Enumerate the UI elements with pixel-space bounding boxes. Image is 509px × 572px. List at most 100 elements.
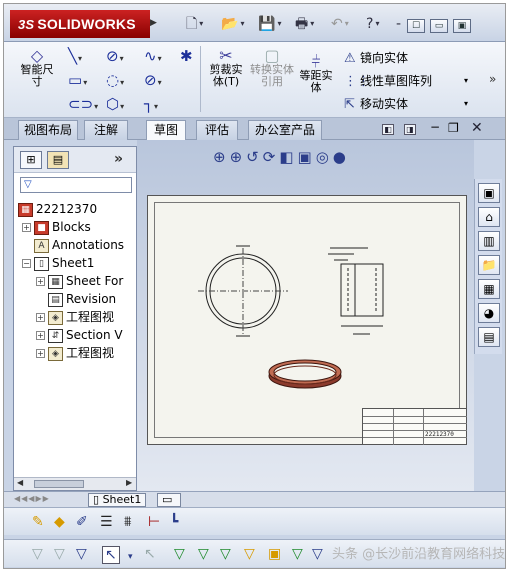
view-palette-icon[interactable]: ▦ (478, 279, 500, 299)
filter-all-icon[interactable]: ▽ (76, 546, 87, 562)
circle-icon[interactable]: ⊘▾ (106, 48, 124, 67)
layer-icon[interactable]: ◆ (54, 514, 65, 530)
fillet-icon[interactable]: ┐▾ (144, 96, 158, 115)
scroll-thumb[interactable] (34, 480, 84, 488)
tile-left-icon[interactable]: ◧ (382, 124, 394, 135)
feature-tree-tab-icon[interactable]: ⊞ (20, 151, 42, 169)
sheet-tab-sheet1[interactable]: ▯ Sheet1 (88, 493, 147, 507)
edit-sheet-icon[interactable]: ✎ (32, 514, 44, 530)
convert-entities-button[interactable]: ▢ 转换实体引用 (250, 48, 294, 88)
solidworks-logo[interactable]: 3S SOLIDWORKS (10, 10, 150, 38)
tab-view-layout[interactable]: 视图布局 (18, 120, 78, 140)
tree-item-annotations[interactable]: A Annotations (34, 237, 124, 253)
filter-datum-icon[interactable]: ▽ (312, 546, 323, 562)
tree-horizontal-scrollbar[interactable]: ◀ ▶ (14, 477, 136, 490)
solidworks-resources-icon[interactable]: ▣ (478, 183, 500, 203)
line-thickness-icon[interactable]: ☰ (100, 514, 113, 530)
expand-icon[interactable]: + (22, 223, 31, 232)
filter-clear-icon[interactable]: ▽ (54, 546, 65, 562)
tree-item-blocks[interactable]: + ■ Blocks (22, 219, 91, 235)
rotate-icon[interactable]: ⟳ (263, 148, 280, 166)
smart-dimension-button[interactable]: ◇ 智能尺寸 (18, 48, 56, 88)
mirror-entities-button[interactable]: ⚠ 镜向实体 (344, 50, 408, 67)
drawing-sheet[interactable]: 22212370 (147, 195, 467, 445)
tree-item-section-view[interactable]: + ⇵ Section V (36, 327, 123, 343)
point-icon[interactable]: ✱ (180, 48, 193, 64)
zoom-to-fit-icon[interactable]: ⊕ (213, 148, 230, 166)
offset-entities-button[interactable]: ⫩ 等距实体 (298, 54, 334, 94)
arc-icon[interactable]: ◌▾ (106, 72, 124, 91)
line-style-icon[interactable]: ⩩ (124, 514, 131, 530)
section-view-icon[interactable]: ◧ (279, 148, 297, 166)
expand-icon[interactable]: + (36, 331, 45, 340)
select-dropdown-icon[interactable]: ▾ (128, 549, 133, 565)
tree-item-drawing-view-2[interactable]: + ◈ 工程图视 (36, 345, 114, 361)
filter-dimensions-icon[interactable]: ▽ (244, 546, 255, 562)
expand-icon[interactable]: + (36, 313, 45, 322)
display-style-icon[interactable]: ▣ (298, 148, 316, 166)
home-icon[interactable]: ⌂ (478, 207, 500, 227)
appearance-icon[interactable]: ● (333, 148, 350, 166)
undo-icon[interactable]: ↶ ▾ (331, 16, 349, 32)
polygon-icon[interactable]: ⬡▾ (106, 96, 124, 115)
move-entities-button[interactable]: ⇱ 移动实体 ▾ (344, 96, 468, 113)
filter-edges-icon[interactable]: ▽ (198, 546, 209, 562)
file-explorer-icon[interactable]: 📁 (478, 255, 500, 275)
slot-icon[interactable]: ⊂⊃▾ (68, 96, 98, 115)
hide-edge-icon[interactable]: ⊢ (148, 514, 160, 530)
appearances-icon[interactable]: ◕ (478, 303, 500, 323)
tree-item-revision[interactable]: ▤ Revision (48, 291, 116, 307)
add-sheet-icon[interactable]: ▭ (157, 493, 181, 507)
tree-root[interactable]: ▦ 22212370 (18, 201, 97, 217)
doc-minimize-icon[interactable]: − (430, 120, 440, 134)
restore-window-icon[interactable]: ☐ (407, 19, 425, 33)
color-display-icon[interactable]: ┗ (170, 514, 178, 530)
property-manager-tab-icon[interactable]: ▤ (47, 151, 69, 169)
ellipse-icon[interactable]: ⊘▾ (144, 72, 162, 91)
expand-icon[interactable]: + (36, 349, 45, 358)
expand-icon[interactable]: + (36, 277, 45, 286)
filter-sketch-points-icon[interactable]: ▽ (292, 546, 303, 562)
graphics-area[interactable]: ⊕⊕↺⟳◧▣◎● 22212370 (137, 140, 474, 491)
filter-notes-icon[interactable]: ▣ (268, 546, 281, 562)
new-icon[interactable]: 🗋 ▾ (186, 16, 203, 32)
magnify-select-icon[interactable]: ↖ (144, 546, 156, 562)
linear-pattern-button[interactable]: ⋮⋮线性草图阵列 ▾ (344, 73, 468, 90)
doc-close-icon[interactable]: ✕ (471, 120, 483, 136)
maximize-icon[interactable]: ▣ (453, 19, 471, 33)
filter-vertices-icon[interactable]: ▽ (174, 546, 185, 562)
line-format-icon[interactable]: ✐ (76, 514, 88, 530)
dropdown-icon[interactable]: ▾ (464, 96, 468, 112)
design-library-icon[interactable]: ▥ (478, 231, 500, 251)
select-icon[interactable]: ↖ (102, 546, 120, 564)
filter-toggle-icon[interactable]: ▽ (32, 546, 43, 562)
hide-show-icon[interactable]: ◎ (316, 148, 333, 166)
save-icon[interactable]: 💾 ▾ (258, 16, 281, 32)
scroll-left-icon[interactable]: ◀ (17, 478, 23, 487)
tree-item-sheet1[interactable]: − ▯ Sheet1 (22, 255, 94, 271)
tab-annotation[interactable]: 注解 (84, 120, 128, 140)
open-icon[interactable]: 📂 ▾ (221, 16, 244, 32)
print-icon[interactable]: 🖶 ▾ (295, 16, 314, 32)
tile-right-icon[interactable]: ◨ (404, 124, 416, 135)
menu-arrow-icon[interactable]: ▶ (150, 18, 157, 28)
tree-item-sheet-format[interactable]: + ▦ Sheet For (36, 273, 123, 289)
help-icon[interactable]: ? ▾ (366, 16, 379, 32)
scroll-right-icon[interactable]: ▶ (126, 478, 132, 487)
panel-expand-icon[interactable]: » (114, 151, 123, 167)
tab-office-products[interactable]: 办公室产品 (248, 120, 322, 140)
previous-view-icon[interactable]: ↺ (246, 148, 263, 166)
tab-evaluate[interactable]: 评估 (196, 120, 238, 140)
sheet-nav-icon[interactable]: ◀◀◀▶▶ (14, 494, 50, 503)
custom-properties-icon[interactable]: ▤ (478, 327, 500, 347)
minimize-icon[interactable]: ▭ (430, 19, 448, 33)
feature-filter-input[interactable]: ▽ (20, 177, 132, 193)
ribbon-expand-icon[interactable]: » (489, 72, 496, 86)
trim-entities-button[interactable]: ✂ 剪裁实体(T) (206, 48, 246, 88)
dropdown-icon[interactable]: ▾ (464, 73, 468, 89)
collapse-icon[interactable]: − (22, 259, 31, 268)
line-icon[interactable]: ╲▾ (68, 48, 82, 67)
rectangle-icon[interactable]: ▭▾ (68, 72, 87, 91)
zoom-area-icon[interactable]: ⊕ (230, 148, 247, 166)
tab-sketch[interactable]: 草图 (146, 120, 186, 141)
